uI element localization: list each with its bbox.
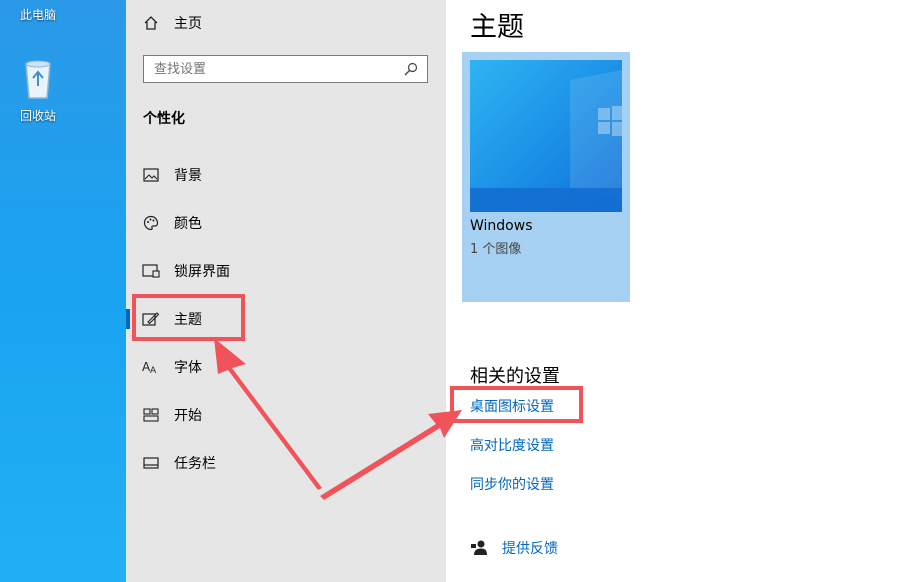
annotation-arrow-to-desktop-icons [320, 410, 462, 500]
annotation-arrow-to-themes [214, 338, 322, 490]
annotation-arrows [214, 338, 462, 500]
